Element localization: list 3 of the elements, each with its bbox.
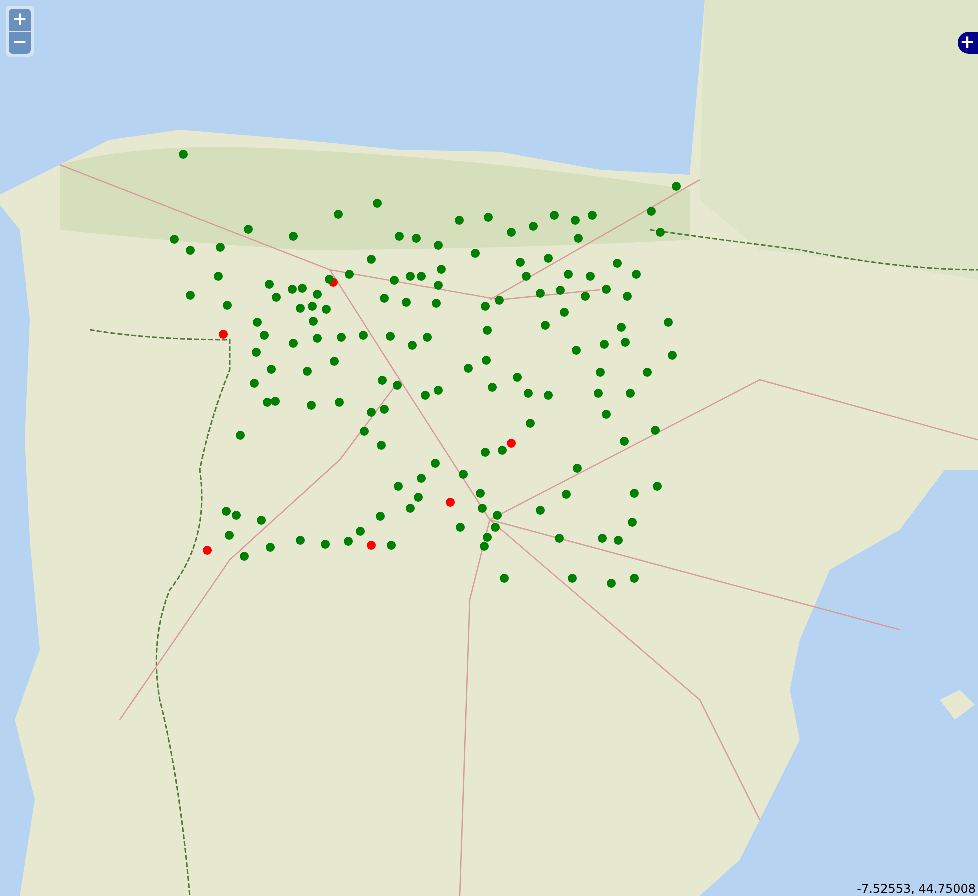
- mouse-position-text: -7.52553, 44.75008: [857, 882, 976, 896]
- zoom-out-button[interactable]: −: [9, 32, 31, 54]
- zoom-in-button[interactable]: +: [9, 9, 31, 31]
